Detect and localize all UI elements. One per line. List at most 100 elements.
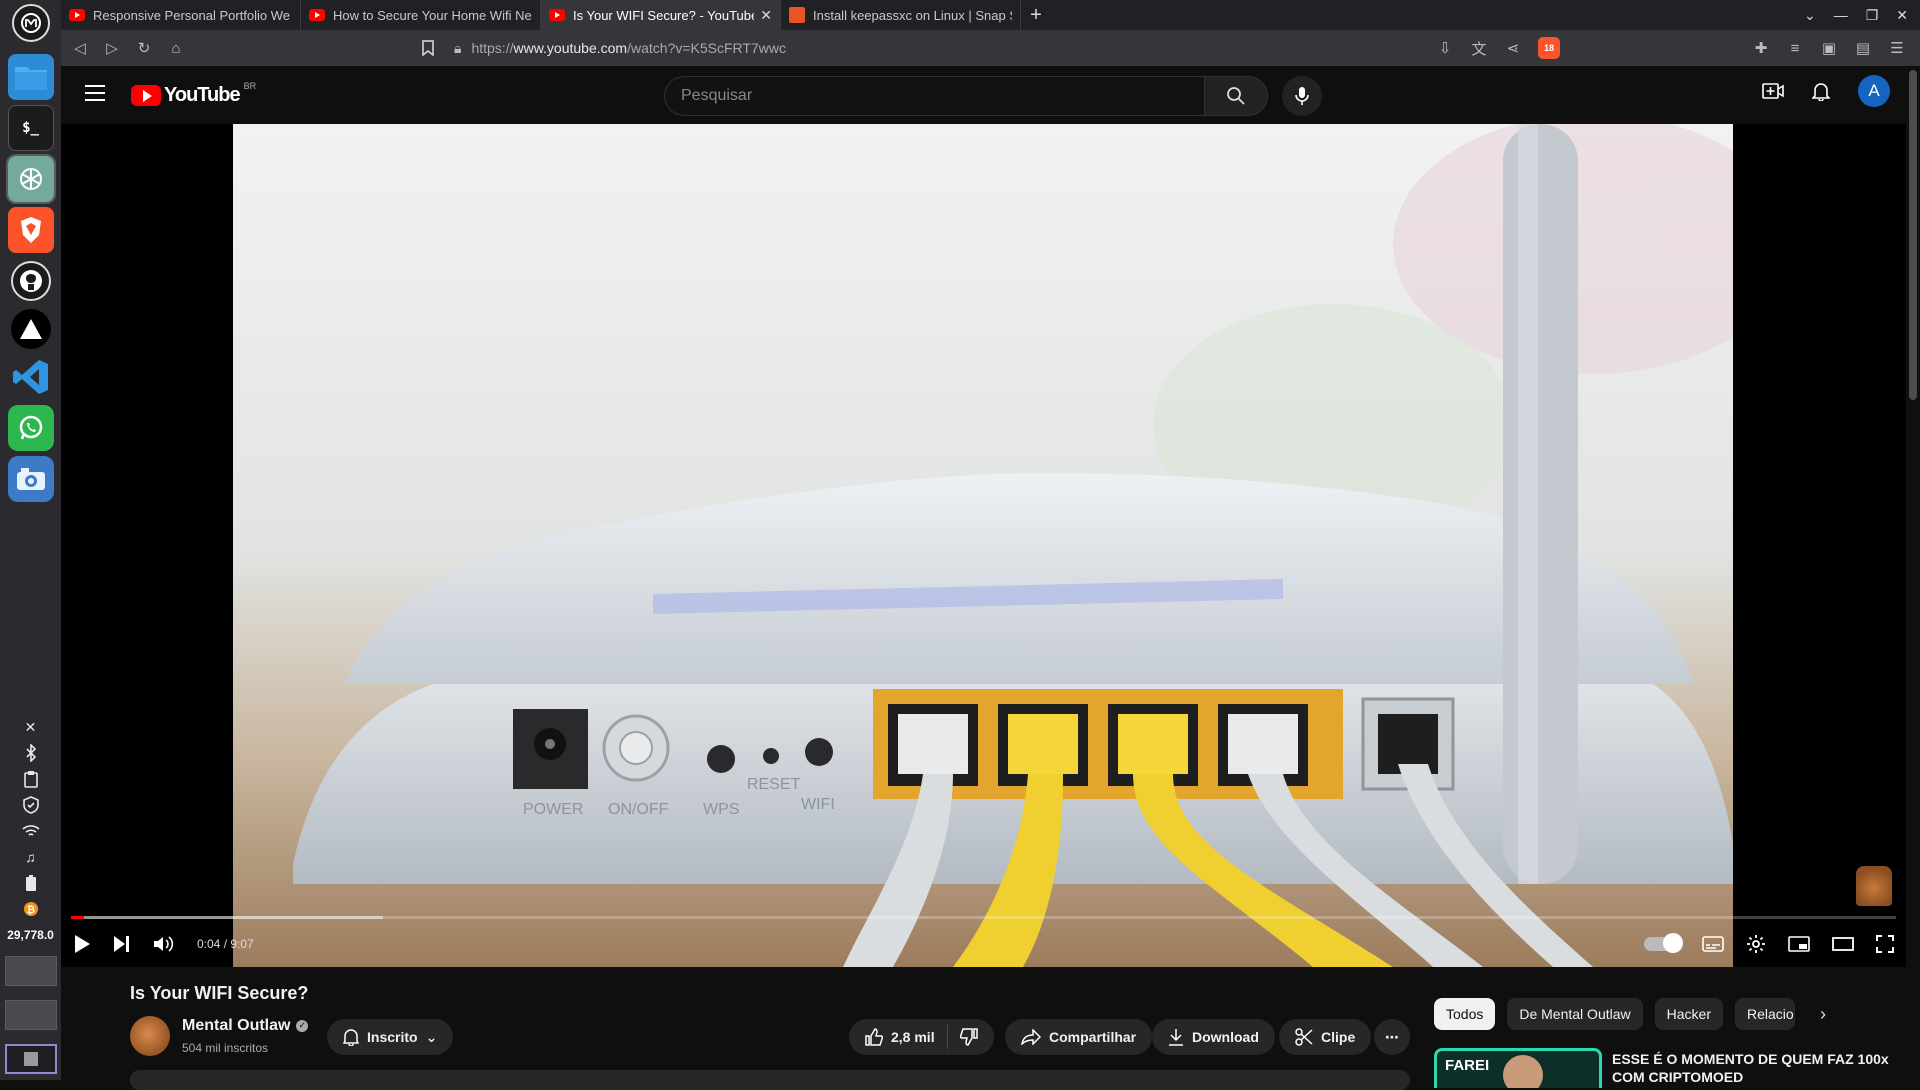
dislike-button[interactable]	[959, 1028, 978, 1046]
tab-close-icon[interactable]: ✕	[760, 7, 772, 24]
miniplayer-icon[interactable]	[1788, 936, 1810, 952]
close-icon[interactable]: ✕	[21, 718, 41, 736]
workspace-3[interactable]	[4, 1044, 57, 1074]
clip-button[interactable]: Clipe	[1279, 1019, 1372, 1055]
music-icon[interactable]: ♫	[21, 848, 41, 866]
volume-icon[interactable]	[153, 935, 175, 953]
wallet-icon[interactable]: ▤	[1854, 39, 1872, 57]
minimize-icon[interactable]: —	[1834, 7, 1848, 23]
vscode-icon[interactable]	[8, 354, 54, 400]
back-icon[interactable]: ◁	[71, 39, 89, 57]
account-avatar[interactable]: A	[1858, 75, 1890, 107]
close-window-icon[interactable]: ✕	[1896, 7, 1908, 24]
brave-icon[interactable]	[7, 207, 54, 253]
restore-icon[interactable]: ❐	[1866, 7, 1879, 24]
brave-shields-icon[interactable]: 18	[1538, 37, 1560, 59]
menu-icon[interactable]: ☰	[1888, 39, 1906, 57]
create-video-icon[interactable]	[1762, 82, 1784, 100]
tab-secure-wifi[interactable]: How to Secure Your Home Wifi Ne	[301, 0, 541, 30]
clip-label: Clipe	[1321, 1029, 1356, 1045]
play-icon[interactable]	[73, 934, 91, 954]
like-button[interactable]: 2,8 mil	[865, 1028, 935, 1046]
channel-watermark[interactable]	[1856, 866, 1892, 906]
subtitles-icon[interactable]	[1702, 936, 1724, 952]
chip-related[interactable]: Relacio	[1735, 998, 1795, 1030]
workspace-2[interactable]	[4, 1000, 57, 1030]
lock-icon: 🔒︎	[454, 39, 462, 56]
settings-icon[interactable]	[1746, 934, 1766, 954]
tab-title: Responsive Personal Portfolio We	[93, 7, 291, 23]
extensions-icon[interactable]: ✚	[1752, 39, 1770, 57]
translate-icon[interactable]: 文	[1470, 39, 1488, 58]
recommendation-thumbnail[interactable]: FAREI	[1434, 1048, 1602, 1088]
files-icon[interactable]	[7, 54, 54, 100]
tab-keepassxc[interactable]: Install keepassxc on Linux | Snap S	[781, 0, 1021, 30]
url-input[interactable]: 🔒︎ https://www.youtube.com/watch?v=K5ScF…	[436, 34, 1516, 62]
channel-name[interactable]: Mental Outlaw ✓	[182, 1017, 309, 1035]
reading-list-icon[interactable]: ≡	[1786, 39, 1804, 57]
theater-mode-icon[interactable]	[1832, 937, 1854, 951]
wifi-icon[interactable]	[21, 822, 41, 840]
chip-hacker[interactable]: Hacker	[1654, 998, 1723, 1030]
video-player[interactable]: POWER ON/OFF WPS RESET WIFI 0:04 / 9:07	[61, 124, 1906, 967]
search-input[interactable]	[664, 76, 1204, 116]
workspace-1[interactable]	[4, 956, 57, 986]
guide-menu-icon[interactable]	[85, 85, 105, 101]
chip-all[interactable]: Todos	[1434, 998, 1496, 1030]
sidebar-icon[interactable]: ▣	[1820, 39, 1838, 57]
recommendation-title[interactable]: ESSE É O MOMENTO DE QUEM FAZ 100x COM CR…	[1612, 1050, 1902, 1086]
terminal-icon[interactable]: $_	[7, 105, 54, 151]
youtube-logo[interactable]: YouTube BR	[131, 81, 256, 107]
video-frame[interactable]: POWER ON/OFF WPS RESET WIFI	[233, 124, 1733, 967]
channel-avatar[interactable]	[130, 1016, 170, 1056]
next-icon[interactable]	[113, 935, 131, 953]
launcher-icon[interactable]	[11, 4, 50, 42]
subscribe-button[interactable]: Inscrito ⌄	[327, 1019, 454, 1055]
home-icon[interactable]: ⌂	[167, 39, 185, 57]
bitcoin-icon[interactable]: ₿	[21, 900, 41, 918]
search-button[interactable]	[1204, 76, 1268, 116]
download-icon	[1169, 1029, 1183, 1046]
url-scheme: https://	[471, 40, 514, 56]
chip-from-channel[interactable]: De Mental Outlaw	[1507, 998, 1643, 1030]
install-app-icon[interactable]: ⇩	[1436, 39, 1454, 57]
divider	[946, 1025, 948, 1049]
github-icon[interactable]	[10, 261, 51, 301]
channel-name-text: Mental Outlaw	[182, 1017, 291, 1034]
youtube-header: YouTube BR A	[61, 66, 1906, 124]
chatgpt-icon[interactable]	[5, 154, 56, 204]
camera-icon[interactable]	[7, 456, 54, 502]
progress-bar[interactable]	[71, 916, 1896, 919]
notifications-icon[interactable]	[1812, 81, 1830, 101]
forward-icon[interactable]: ▷	[103, 39, 121, 57]
fullscreen-icon[interactable]	[1876, 935, 1894, 953]
battery-icon[interactable]	[21, 874, 41, 892]
bookmark-icon[interactable]	[419, 39, 437, 57]
share-button[interactable]: Compartilhar	[1005, 1019, 1153, 1055]
new-tab-button[interactable]: +	[1021, 0, 1051, 30]
clipboard-icon[interactable]	[21, 770, 41, 788]
page-scrollbar[interactable]	[1906, 66, 1920, 1080]
vercel-icon[interactable]	[10, 309, 51, 349]
bluetooth-icon[interactable]	[21, 744, 41, 762]
youtube-icon	[549, 9, 565, 21]
played-bar	[71, 916, 84, 919]
download-button[interactable]: Download	[1152, 1019, 1275, 1055]
share-icon[interactable]: ⋖	[1504, 39, 1522, 57]
more-actions-button[interactable]: ⋯	[1374, 1019, 1410, 1055]
voice-search-button[interactable]	[1282, 76, 1322, 116]
chevron-right-icon[interactable]: ›	[1807, 998, 1839, 1030]
whatsapp-icon[interactable]	[7, 405, 54, 451]
scrollbar-thumb[interactable]	[1909, 70, 1917, 400]
url-path: /watch?v=K5ScFRT7wwc	[627, 40, 786, 56]
youtube-icon	[309, 9, 325, 21]
tab-youtube-active[interactable]: Is Your WIFI Secure? - YouTube ✕	[541, 0, 781, 30]
shield-icon[interactable]	[21, 796, 41, 814]
description-box[interactable]	[130, 1070, 1410, 1090]
buffered-bar	[71, 916, 384, 919]
chevron-down-icon: ⌄	[425, 1028, 438, 1045]
tab-list-icon[interactable]: ⌄	[1804, 7, 1816, 24]
reload-icon[interactable]: ↻	[135, 39, 153, 57]
autoplay-toggle[interactable]	[1644, 933, 1683, 953]
tab-portfolio[interactable]: Responsive Personal Portfolio We	[61, 0, 301, 30]
